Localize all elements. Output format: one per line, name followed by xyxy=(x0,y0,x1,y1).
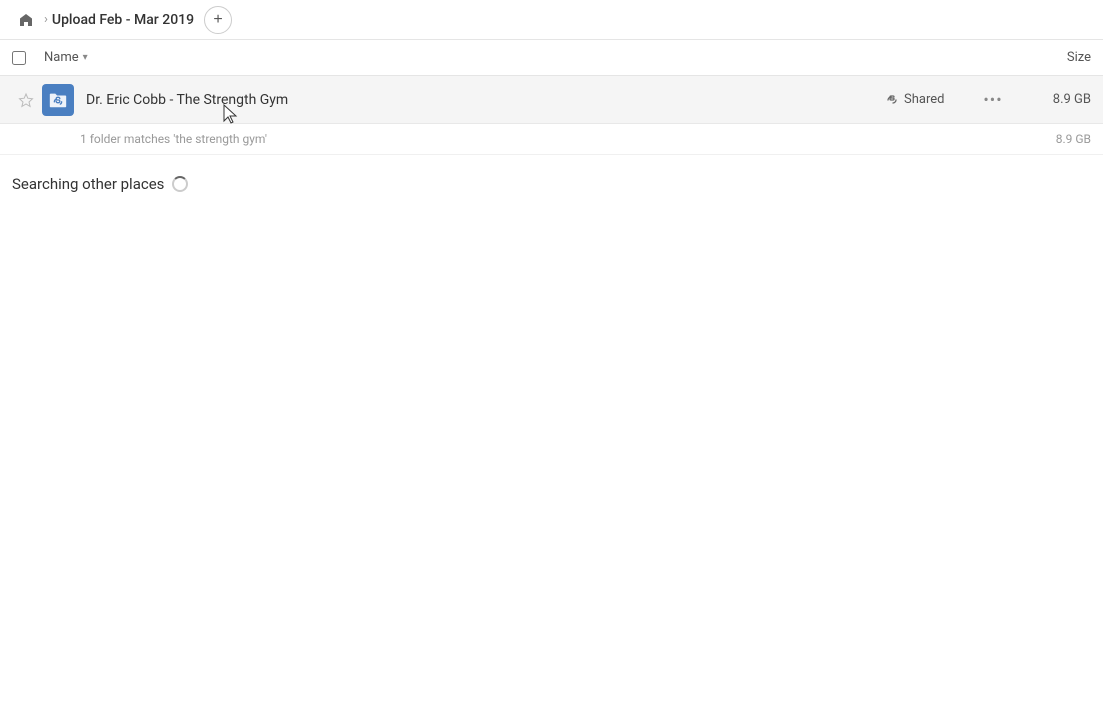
match-text: 1 folder matches 'the strength gym' xyxy=(80,132,267,146)
star-col[interactable] xyxy=(12,92,40,108)
match-size: 8.9 GB xyxy=(1056,132,1091,146)
more-icon: ••• xyxy=(983,90,1002,109)
searching-label: Searching other places xyxy=(12,175,164,193)
breadcrumb-bar: › Upload Feb - Mar 2019 + xyxy=(0,0,1103,40)
column-header-row: Name ▾ Size xyxy=(0,40,1103,76)
match-info-row: 1 folder matches 'the strength gym' 8.9 … xyxy=(0,124,1103,155)
file-size: 8.9 GB xyxy=(1011,92,1091,107)
add-button[interactable]: + xyxy=(204,6,232,34)
more-options-button[interactable]: ••• xyxy=(975,90,1011,109)
home-button[interactable] xyxy=(12,6,40,34)
shared-label: Shared xyxy=(904,92,944,107)
file-name: Dr. Eric Cobb - The Strength Gym xyxy=(76,92,885,108)
breadcrumb-title: Upload Feb - Mar 2019 xyxy=(52,12,194,28)
select-all-checkbox-col[interactable] xyxy=(12,51,44,65)
folder-icon-col xyxy=(40,84,76,116)
breadcrumb-separator: › xyxy=(44,12,48,27)
sort-arrow-icon: ▾ xyxy=(83,52,88,63)
name-column-header[interactable]: Name ▾ xyxy=(44,50,1011,65)
file-row[interactable]: Dr. Eric Cobb - The Strength Gym Shared … xyxy=(0,76,1103,124)
searching-row: Searching other places xyxy=(0,155,1103,201)
loading-spinner xyxy=(172,176,188,192)
shared-col: Shared xyxy=(885,92,975,107)
folder-icon xyxy=(42,84,74,116)
select-all-checkbox[interactable] xyxy=(12,51,26,65)
name-column-label: Name xyxy=(44,50,79,65)
size-column-header: Size xyxy=(1011,50,1091,65)
